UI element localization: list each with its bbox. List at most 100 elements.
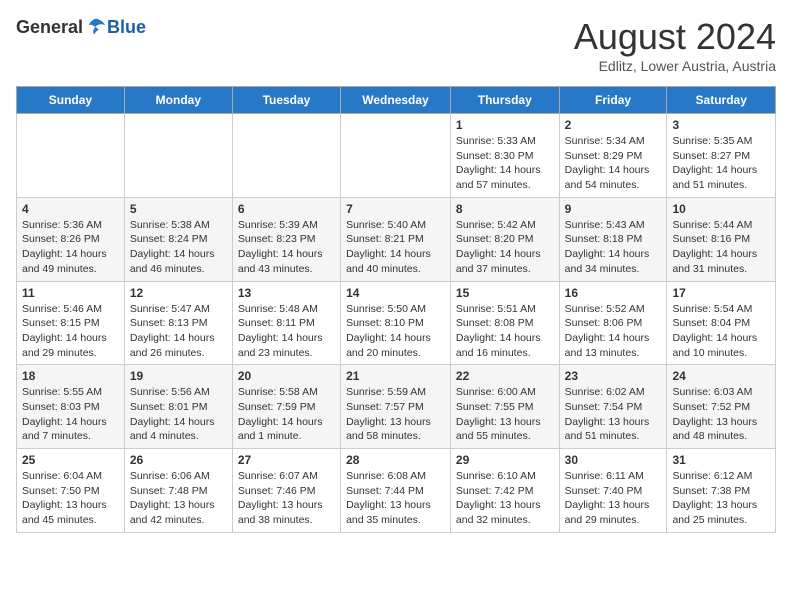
day-number: 6 (238, 202, 335, 216)
day-number: 20 (238, 369, 335, 383)
tuesday-header: Tuesday (232, 87, 340, 114)
calendar-cell: 7Sunrise: 5:40 AM Sunset: 8:21 PM Daylig… (341, 197, 451, 281)
cell-content: Sunrise: 5:48 AM Sunset: 8:11 PM Dayligh… (238, 302, 335, 361)
calendar-cell: 1 Sunrise: 5:33 AM Sunset: 8:30 PM Daylig… (450, 114, 559, 198)
day-number: 13 (238, 286, 335, 300)
cell-content: Sunrise: 5:52 AM Sunset: 8:06 PM Dayligh… (565, 302, 662, 361)
week-row-1: 4 Sunrise: 5:36 AM Sunset: 8:26 PM Daylig… (17, 197, 776, 281)
cell-content: Sunrise: 5:51 AM Sunset: 8:08 PM Dayligh… (456, 302, 554, 361)
day-number: 5 (130, 202, 227, 216)
calendar-cell: 15 Sunrise: 5:51 AM Sunset: 8:08 PM Dayli… (450, 281, 559, 365)
logo-bird-icon (85, 16, 107, 38)
cell-content: Sunrise: 5:54 AM Sunset: 8:04 PM Dayligh… (672, 302, 770, 361)
cell-content: Sunrise: 6:00 AM Sunset: 7:55 PM Dayligh… (456, 385, 554, 444)
calendar-cell: 16 Sunrise: 5:52 AM Sunset: 8:06 PM Dayli… (559, 281, 667, 365)
calendar-cell: 5 Sunrise: 5:38 AM Sunset: 8:24 PM Daylig… (124, 197, 232, 281)
calendar-cell: 18 Sunrise: 5:55 AM Sunset: 8:03 PM Dayli… (17, 365, 125, 449)
calendar-cell: 4 Sunrise: 5:36 AM Sunset: 8:26 PM Daylig… (17, 197, 125, 281)
cell-content: Sunrise: 6:08 AM Sunset: 7:44 PM Dayligh… (346, 469, 445, 528)
day-number: 24 (672, 369, 770, 383)
calendar-cell: 8 Sunrise: 5:42 AM Sunset: 8:20 PM Daylig… (450, 197, 559, 281)
day-number: 8 (456, 202, 554, 216)
day-number: 19 (130, 369, 227, 383)
cell-content: Sunrise: 5:38 AM Sunset: 8:24 PM Dayligh… (130, 218, 227, 277)
cell-content: Sunrise: 5:58 AM Sunset: 7:59 PM Dayligh… (238, 385, 335, 444)
title-section: August 2024 Edlitz, Lower Austria, Austr… (574, 16, 776, 74)
logo: General Blue (16, 16, 146, 38)
cell-content: Sunrise: 6:04 AM Sunset: 7:50 PM Dayligh… (22, 469, 119, 528)
cell-content: Sunrise: 6:06 AM Sunset: 7:48 PM Dayligh… (130, 469, 227, 528)
calendar-header: Sunday Monday Tuesday Wednesday Thursday… (17, 87, 776, 114)
day-number: 3 (672, 118, 770, 132)
calendar-cell: 28 Sunrise: 6:08 AM Sunset: 7:44 PM Dayli… (341, 449, 451, 533)
calendar-cell: 17 Sunrise: 5:54 AM Sunset: 8:04 PM Dayli… (667, 281, 776, 365)
month-year-title: August 2024 (574, 16, 776, 58)
logo-blue-text: Blue (107, 17, 146, 38)
calendar-cell: 19 Sunrise: 5:56 AM Sunset: 8:01 PM Dayli… (124, 365, 232, 449)
day-number: 23 (565, 369, 662, 383)
calendar-table: Sunday Monday Tuesday Wednesday Thursday… (16, 86, 776, 533)
calendar-cell: 26 Sunrise: 6:06 AM Sunset: 7:48 PM Dayli… (124, 449, 232, 533)
cell-content: Sunrise: 6:02 AM Sunset: 7:54 PM Dayligh… (565, 385, 662, 444)
thursday-header: Thursday (450, 87, 559, 114)
cell-content: Sunrise: 5:33 AM Sunset: 8:30 PM Dayligh… (456, 134, 554, 193)
calendar-cell: 6Sunrise: 5:39 AM Sunset: 8:23 PM Daylig… (232, 197, 340, 281)
cell-content: Sunrise: 5:42 AM Sunset: 8:20 PM Dayligh… (456, 218, 554, 277)
calendar-cell: 24 Sunrise: 6:03 AM Sunset: 7:52 PM Dayli… (667, 365, 776, 449)
calendar-cell: 25Sunrise: 6:04 AM Sunset: 7:50 PM Dayli… (17, 449, 125, 533)
day-number: 2 (565, 118, 662, 132)
calendar-cell: 29 Sunrise: 6:10 AM Sunset: 7:42 PM Dayli… (450, 449, 559, 533)
day-number: 26 (130, 453, 227, 467)
cell-content: Sunrise: 6:03 AM Sunset: 7:52 PM Dayligh… (672, 385, 770, 444)
day-number: 7 (346, 202, 445, 216)
calendar-cell: 2 Sunrise: 5:34 AM Sunset: 8:29 PM Daylig… (559, 114, 667, 198)
monday-header: Monday (124, 87, 232, 114)
day-number: 28 (346, 453, 445, 467)
calendar-cell: 13 Sunrise: 5:48 AM Sunset: 8:11 PM Dayli… (232, 281, 340, 365)
day-number: 22 (456, 369, 554, 383)
calendar-cell: 22 Sunrise: 6:00 AM Sunset: 7:55 PM Dayli… (450, 365, 559, 449)
calendar-cell: 14Sunrise: 5:50 AM Sunset: 8:10 PM Dayli… (341, 281, 451, 365)
calendar-cell (17, 114, 125, 198)
calendar-cell: 3Sunrise: 5:35 AM Sunset: 8:27 PM Daylig… (667, 114, 776, 198)
day-number: 1 (456, 118, 554, 132)
week-row-3: 18 Sunrise: 5:55 AM Sunset: 8:03 PM Dayli… (17, 365, 776, 449)
day-number: 4 (22, 202, 119, 216)
days-of-week-row: Sunday Monday Tuesday Wednesday Thursday… (17, 87, 776, 114)
cell-content: Sunrise: 5:59 AM Sunset: 7:57 PM Dayligh… (346, 385, 445, 444)
day-number: 18 (22, 369, 119, 383)
day-number: 27 (238, 453, 335, 467)
cell-content: Sunrise: 5:36 AM Sunset: 8:26 PM Dayligh… (22, 218, 119, 277)
week-row-4: 25Sunrise: 6:04 AM Sunset: 7:50 PM Dayli… (17, 449, 776, 533)
page-header: General Blue August 2024 Edlitz, Lower A… (16, 16, 776, 74)
calendar-cell: 11Sunrise: 5:46 AM Sunset: 8:15 PM Dayli… (17, 281, 125, 365)
sunday-header: Sunday (17, 87, 125, 114)
cell-content: Sunrise: 6:12 AM Sunset: 7:38 PM Dayligh… (672, 469, 770, 528)
calendar-cell: 20 Sunrise: 5:58 AM Sunset: 7:59 PM Dayli… (232, 365, 340, 449)
day-number: 31 (672, 453, 770, 467)
cell-content: Sunrise: 6:07 AM Sunset: 7:46 PM Dayligh… (238, 469, 335, 528)
cell-content: Sunrise: 5:44 AM Sunset: 8:16 PM Dayligh… (672, 218, 770, 277)
day-number: 17 (672, 286, 770, 300)
day-number: 29 (456, 453, 554, 467)
calendar-cell: 30Sunrise: 6:11 AM Sunset: 7:40 PM Dayli… (559, 449, 667, 533)
calendar-body: 1 Sunrise: 5:33 AM Sunset: 8:30 PM Daylig… (17, 114, 776, 533)
calendar-cell (232, 114, 340, 198)
cell-content: Sunrise: 5:43 AM Sunset: 8:18 PM Dayligh… (565, 218, 662, 277)
cell-content: Sunrise: 5:34 AM Sunset: 8:29 PM Dayligh… (565, 134, 662, 193)
calendar-cell: 27 Sunrise: 6:07 AM Sunset: 7:46 PM Dayli… (232, 449, 340, 533)
calendar-cell (341, 114, 451, 198)
calendar-cell (124, 114, 232, 198)
saturday-header: Saturday (667, 87, 776, 114)
day-number: 14 (346, 286, 445, 300)
location-subtitle: Edlitz, Lower Austria, Austria (574, 58, 776, 74)
wednesday-header: Wednesday (341, 87, 451, 114)
day-number: 15 (456, 286, 554, 300)
calendar-cell: 10 Sunrise: 5:44 AM Sunset: 8:16 PM Dayli… (667, 197, 776, 281)
cell-content: Sunrise: 5:55 AM Sunset: 8:03 PM Dayligh… (22, 385, 119, 444)
calendar-cell: 12Sunrise: 5:47 AM Sunset: 8:13 PM Dayli… (124, 281, 232, 365)
day-number: 16 (565, 286, 662, 300)
day-number: 10 (672, 202, 770, 216)
cell-content: Sunrise: 5:56 AM Sunset: 8:01 PM Dayligh… (130, 385, 227, 444)
cell-content: Sunrise: 6:10 AM Sunset: 7:42 PM Dayligh… (456, 469, 554, 528)
